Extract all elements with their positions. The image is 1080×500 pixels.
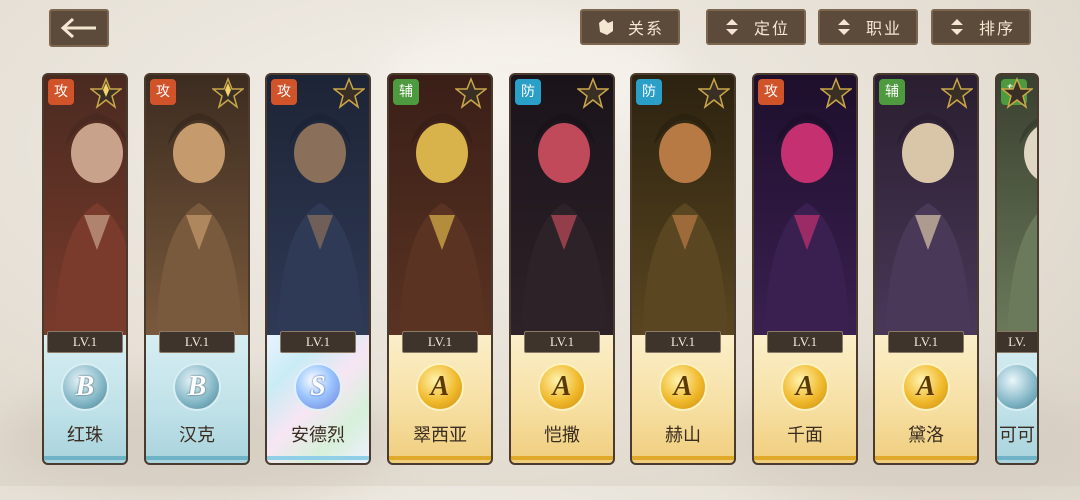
role-badge: 攻 xyxy=(150,79,176,105)
diamond-star-icon xyxy=(210,76,246,109)
star-icon xyxy=(575,76,611,109)
level-label: LV. xyxy=(997,331,1037,353)
sort-arrows-icon xyxy=(834,17,854,37)
level-label: LV.1 xyxy=(402,331,478,353)
character-portrait xyxy=(875,75,977,337)
role-badge: 辅 xyxy=(393,79,419,105)
character-name: 汉克 xyxy=(179,425,215,446)
character-card[interactable]: 攻 LV.1 B 汉克 xyxy=(144,73,250,465)
diamond-star-icon xyxy=(88,76,124,109)
character-card[interactable]: 辅 LV.1 A 黛洛 xyxy=(873,73,979,465)
level-label: LV.1 xyxy=(888,331,964,353)
grade-badge: B xyxy=(61,363,109,411)
level-label: LV.1 xyxy=(280,331,356,353)
character-portrait xyxy=(511,75,613,337)
position-button[interactable]: 定位 xyxy=(706,9,806,45)
grade-badge: A xyxy=(902,363,950,411)
rarity-bar xyxy=(754,456,856,460)
level-label: LV.1 xyxy=(159,331,235,353)
level-label: LV.1 xyxy=(47,331,123,353)
character-name: 红珠 xyxy=(67,425,103,446)
grade-badge: A xyxy=(538,363,586,411)
role-badge: 防 xyxy=(515,79,541,105)
role-badge: 攻 xyxy=(271,79,297,105)
grade-badge: A xyxy=(781,363,829,411)
character-name: 千面 xyxy=(787,425,823,446)
rarity-bar xyxy=(146,456,248,460)
back-button[interactable] xyxy=(49,9,109,47)
relation-icon xyxy=(596,17,616,37)
character-name: 赫山 xyxy=(665,425,701,446)
character-name: 可可 xyxy=(999,425,1035,446)
level-label: LV.1 xyxy=(645,331,721,353)
back-arrow-icon xyxy=(60,17,96,39)
character-name: 恺撒 xyxy=(544,425,580,446)
grade-badge xyxy=(997,363,1037,411)
rarity-bar xyxy=(511,456,613,460)
character-card[interactable]: 攻 LV.1 B 红珠 xyxy=(42,73,128,465)
character-portrait xyxy=(997,75,1037,337)
character-name: 黛洛 xyxy=(908,425,944,446)
role-badge: 攻 xyxy=(48,79,74,105)
star-icon xyxy=(696,76,732,109)
rarity-bar xyxy=(389,456,491,460)
level-label: LV.1 xyxy=(767,331,843,353)
grade-badge: B xyxy=(173,363,221,411)
relation-button[interactable]: 关系 xyxy=(580,9,680,45)
role-badge: 防 xyxy=(636,79,662,105)
sort-button[interactable]: 排序 xyxy=(931,9,1031,45)
rarity-bar xyxy=(632,456,734,460)
sort-arrows-icon xyxy=(947,17,967,37)
role-badge: 攻 xyxy=(758,79,784,105)
grade-badge: A xyxy=(416,363,464,411)
role-badge: 辅 xyxy=(879,79,905,105)
character-card[interactable]: 防 LV.1 A 恺撒 xyxy=(509,73,615,465)
star-icon xyxy=(331,76,367,109)
character-card[interactable]: 防 LV.1 A 赫山 xyxy=(630,73,736,465)
star-icon xyxy=(939,76,975,109)
character-card[interactable]: 辅 LV.可可 xyxy=(995,73,1039,465)
level-label: LV.1 xyxy=(524,331,600,353)
job-button[interactable]: 职业 xyxy=(818,9,918,45)
star-icon xyxy=(453,76,489,109)
character-portrait xyxy=(389,75,491,337)
rarity-bar xyxy=(997,456,1037,460)
character-card[interactable]: 攻 LV.1 S 安德烈 xyxy=(265,73,371,465)
character-portrait xyxy=(44,75,126,337)
character-portrait xyxy=(146,75,248,337)
sort-arrows-icon xyxy=(722,17,742,37)
job-label: 职业 xyxy=(866,19,903,38)
rarity-bar xyxy=(44,456,126,460)
star-icon xyxy=(818,76,854,109)
position-label: 定位 xyxy=(754,19,791,38)
sort-label: 排序 xyxy=(979,19,1016,38)
grade-badge: A xyxy=(659,363,707,411)
rarity-bar xyxy=(267,456,369,460)
character-name: 安德烈 xyxy=(291,425,345,446)
rarity-bar xyxy=(875,456,977,460)
character-card[interactable]: 辅 LV.1 A 翠西亚 xyxy=(387,73,493,465)
character-portrait xyxy=(632,75,734,337)
character-name: 翠西亚 xyxy=(413,425,467,446)
star-icon xyxy=(999,76,1035,109)
grade-badge: S xyxy=(294,363,342,411)
character-portrait xyxy=(267,75,369,337)
character-portrait xyxy=(754,75,856,337)
character-card[interactable]: 攻 LV.1 A 千面 xyxy=(752,73,858,465)
relation-label: 关系 xyxy=(628,19,665,38)
